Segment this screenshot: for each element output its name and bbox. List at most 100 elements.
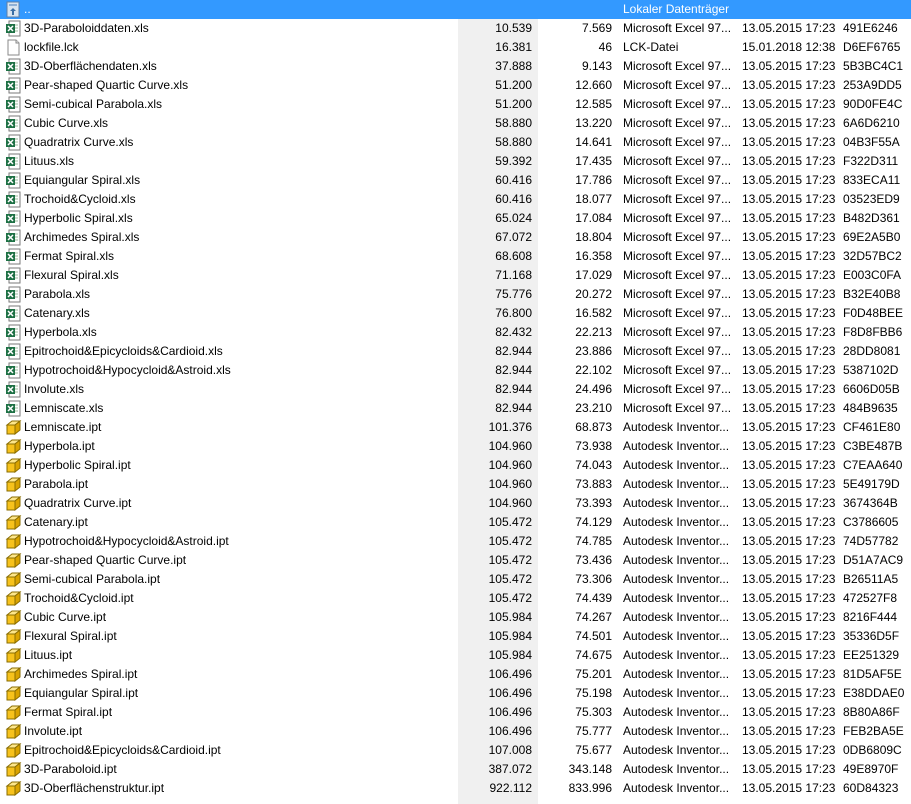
file-row[interactable]: Epitrochoid&Epicycloids&Cardioid.ipt 107.… bbox=[0, 741, 911, 760]
file-row[interactable]: 3D-Oberflächendaten.xls 37.888 9.143 Micros… bbox=[0, 57, 911, 76]
file-row[interactable]: Cubic Curve.ipt 105.984 74.267 Autodesk Inv… bbox=[0, 608, 911, 627]
file-size: 105.984 bbox=[488, 610, 532, 624]
file-size: 58.880 bbox=[495, 135, 532, 149]
file-packed-size: 74.129 bbox=[575, 515, 612, 529]
file-type: Autodesk Inventor... bbox=[623, 439, 730, 453]
file-row[interactable]: Involute.ipt 106.496 75.777 Autodesk Invent… bbox=[0, 722, 911, 741]
file-row[interactable]: Archimedes Spiral.xls 67.072 18.804 Microso… bbox=[0, 228, 911, 247]
file-row[interactable]: Cubic Curve.xls 58.880 13.220 Microsoft Exc… bbox=[0, 114, 911, 133]
file-size: 105.472 bbox=[488, 515, 532, 529]
file-name: Flexural Spiral.ipt bbox=[24, 629, 117, 643]
file-row[interactable]: Lemniscate.xls 82.944 23.210 Microsoft Exce… bbox=[0, 399, 911, 418]
file-name: Hypotrochoid&Hypocycloid&Astroid.ipt bbox=[24, 534, 229, 548]
file-row[interactable]: Parabola.xls 75.776 20.272 Microsoft Excel … bbox=[0, 285, 911, 304]
file-row[interactable]: Lemniscate.ipt 101.376 68.873 Autodesk Inve… bbox=[0, 418, 911, 437]
file-size: 105.984 bbox=[488, 648, 532, 662]
file-row[interactable]: Catenary.xls 76.800 16.582 Microsoft Excel … bbox=[0, 304, 911, 323]
file-size: 51.200 bbox=[495, 78, 532, 92]
file-crc: 69E2A5B0 bbox=[843, 230, 901, 244]
file-row[interactable]: Flexural Spiral.ipt 105.984 74.501 Autodesk… bbox=[0, 627, 911, 646]
file-packed-size: 74.785 bbox=[575, 534, 612, 548]
file-crc: F0D48BEE bbox=[843, 306, 904, 320]
file-size: 58.880 bbox=[495, 116, 532, 130]
file-crc: 60D84323 bbox=[843, 781, 899, 795]
file-name: Parabola.ipt bbox=[24, 477, 89, 491]
parent-folder-row[interactable]: .. Lokaler Datenträger bbox=[0, 0, 911, 19]
file-name: Semi-cubical Parabola.xls bbox=[24, 97, 163, 111]
file-row[interactable]: 3D-Oberflächenstruktur.ipt 922.112 833.996… bbox=[0, 779, 911, 798]
file-packed-size: 73.938 bbox=[575, 439, 612, 453]
file-row[interactable]: Equiangular Spiral.ipt 106.496 75.198 Autod… bbox=[0, 684, 911, 703]
file-row[interactable]: Quadratrix Curve.ipt 104.960 73.393 Autodes… bbox=[0, 494, 911, 513]
excel-file-icon bbox=[5, 381, 22, 398]
file-row[interactable]: Fermat Spiral.xls 68.608 16.358 Microsoft E… bbox=[0, 247, 911, 266]
file-size: 16.381 bbox=[495, 40, 532, 54]
file-row[interactable]: Lituus.xls 59.392 17.435 Microsoft Excel 97… bbox=[0, 152, 911, 171]
file-name: 3D-Paraboloiddaten.xls bbox=[24, 21, 149, 35]
file-type: Autodesk Inventor... bbox=[623, 667, 730, 681]
excel-file-icon bbox=[5, 210, 22, 227]
file-name: Cubic Curve.xls bbox=[24, 116, 109, 130]
parent-folder-type: Lokaler Datenträger bbox=[623, 2, 730, 16]
file-crc: 74D57782 bbox=[843, 534, 899, 548]
file-row[interactable]: Hyperbolic Spiral.xls 65.024 17.084 Microso… bbox=[0, 209, 911, 228]
file-type: Microsoft Excel 97... bbox=[623, 97, 732, 111]
file-size: 60.416 bbox=[495, 192, 532, 206]
file-row[interactable]: Semi-cubical Parabola.ipt 105.472 73.306 Au… bbox=[0, 570, 911, 589]
file-row[interactable]: 3D-Paraboloiddaten.xls 10.539 7.569 Microso… bbox=[0, 19, 911, 38]
file-crc: F8D8FBB6 bbox=[843, 325, 903, 339]
excel-file-icon bbox=[5, 305, 22, 322]
file-row[interactable]: Epitrochoid&Epicycloids&Cardioid.xls 82.9… bbox=[0, 342, 911, 361]
file-row[interactable]: Hypotrochoid&Hypocycloid&Astroid.xls 82.9… bbox=[0, 361, 911, 380]
file-modified: 13.05.2015 17:23 bbox=[742, 249, 836, 263]
file-type: Microsoft Excel 97... bbox=[623, 344, 732, 358]
file-crc: 28DD8081 bbox=[843, 344, 901, 358]
file-row[interactable]: Catenary.ipt 105.472 74.129 Autodesk Invent… bbox=[0, 513, 911, 532]
file-row[interactable]: Parabola.ipt 104.960 73.883 Autodesk Invent… bbox=[0, 475, 911, 494]
file-packed-size: 7.569 bbox=[581, 21, 612, 35]
file-row[interactable]: Hyperbola.ipt 104.960 73.938 Autodesk Inven… bbox=[0, 437, 911, 456]
file-row[interactable]: Pear-shaped Quartic Curve.xls 51.200 12.66… bbox=[0, 76, 911, 95]
file-row[interactable]: Semi-cubical Parabola.xls 51.200 12.585 Mic… bbox=[0, 95, 911, 114]
file-row[interactable]: Trochoid&Cycloid.xls 60.416 18.077 Microsof… bbox=[0, 190, 911, 209]
file-size: 65.024 bbox=[495, 211, 532, 225]
inventor-part-icon bbox=[5, 647, 22, 664]
file-name: Lituus.ipt bbox=[24, 648, 73, 662]
file-row[interactable]: Trochoid&Cycloid.ipt 105.472 74.439 Autodes… bbox=[0, 589, 911, 608]
file-crc: D51A7AC9 bbox=[843, 553, 904, 567]
excel-file-icon bbox=[5, 362, 22, 379]
file-modified: 13.05.2015 17:23 bbox=[742, 401, 836, 415]
file-modified: 13.05.2015 17:23 bbox=[742, 287, 836, 301]
file-row[interactable]: Quadratrix Curve.xls 58.880 14.641 Microsof… bbox=[0, 133, 911, 152]
file-row[interactable]: Hyperbola.xls 82.432 22.213 Microsoft Excel… bbox=[0, 323, 911, 342]
file-row[interactable]: Pear-shaped Quartic Curve.ipt 105.472 73.4… bbox=[0, 551, 911, 570]
file-row[interactable]: lockfile.lck 16.381 46 LCK-Datei 15.01.2018 … bbox=[0, 38, 911, 57]
file-row[interactable]: 3D-Paraboloid.ipt 387.072 343.148 Autodesk … bbox=[0, 760, 911, 779]
file-row[interactable]: Fermat Spiral.ipt 106.496 75.303 Autodesk I… bbox=[0, 703, 911, 722]
file-size: 104.960 bbox=[488, 458, 532, 472]
file-crc: 03523ED9 bbox=[843, 192, 900, 206]
file-type: Microsoft Excel 97... bbox=[623, 401, 732, 415]
file-row[interactable]: Hypotrochoid&Hypocycloid&Astroid.ipt 105.… bbox=[0, 532, 911, 551]
file-row[interactable]: Involute.xls 82.944 24.496 Microsoft Excel … bbox=[0, 380, 911, 399]
file-name: Catenary.xls bbox=[24, 306, 90, 320]
file-row[interactable]: Equiangular Spiral.xls 60.416 17.786 Micros… bbox=[0, 171, 911, 190]
file-packed-size: 23.886 bbox=[575, 344, 612, 358]
file-row[interactable]: Archimedes Spiral.ipt 106.496 75.201 Autode… bbox=[0, 665, 911, 684]
file-packed-size: 23.210 bbox=[575, 401, 612, 415]
file-type: Microsoft Excel 97... bbox=[623, 173, 732, 187]
file-name: Parabola.xls bbox=[24, 287, 91, 301]
file-size: 67.072 bbox=[495, 230, 532, 244]
file-crc: 0DB6809C bbox=[843, 743, 902, 757]
file-row[interactable]: Flexural Spiral.xls 71.168 17.029 Microsoft… bbox=[0, 266, 911, 285]
file-row[interactable]: Lituus.ipt 105.984 74.675 Autodesk Inventor… bbox=[0, 646, 911, 665]
file-size: 76.800 bbox=[495, 306, 532, 320]
file-type: Microsoft Excel 97... bbox=[623, 154, 732, 168]
file-type: Autodesk Inventor... bbox=[623, 648, 730, 662]
file-row[interactable]: Hyperbolic Spiral.ipt 104.960 74.043 Autode… bbox=[0, 456, 911, 475]
file-size: 105.984 bbox=[488, 629, 532, 643]
file-packed-size: 73.393 bbox=[575, 496, 612, 510]
file-name: Hyperbola.xls bbox=[24, 325, 97, 339]
file-type: Autodesk Inventor... bbox=[623, 610, 730, 624]
file-name: Archimedes Spiral.ipt bbox=[24, 667, 138, 681]
